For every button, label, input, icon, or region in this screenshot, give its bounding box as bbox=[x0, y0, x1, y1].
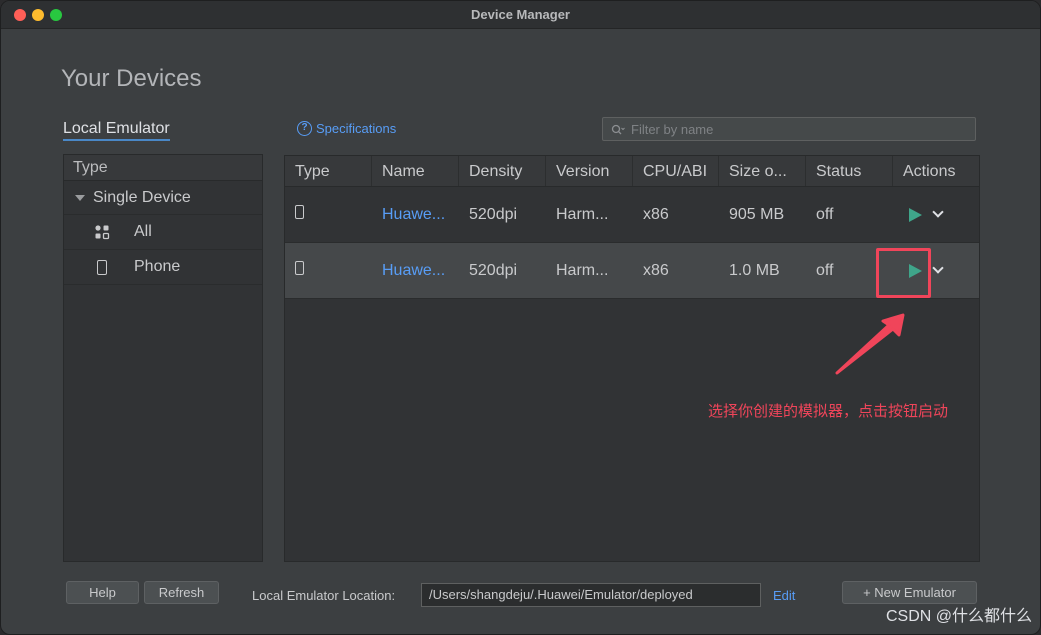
column-header: Actions bbox=[903, 163, 956, 180]
version-cell: Harm... bbox=[556, 205, 609, 223]
chevron-down-icon[interactable] bbox=[932, 206, 944, 218]
refresh-button[interactable]: Refresh bbox=[144, 581, 219, 604]
type-item-label: Phone bbox=[134, 258, 181, 275]
filter-input[interactable] bbox=[631, 121, 951, 137]
triangle-down-icon bbox=[75, 194, 85, 201]
status-cell: off bbox=[816, 205, 834, 223]
device-name-link[interactable]: Huawe... bbox=[372, 262, 459, 280]
help-button[interactable]: Help bbox=[66, 581, 139, 604]
grid-icon bbox=[94, 224, 110, 240]
size-cell: 1.0 MB bbox=[729, 261, 780, 279]
search-icon bbox=[611, 123, 625, 135]
cpu-cell: x86 bbox=[643, 261, 669, 279]
device-manager-window: Device Manager Your Devices Local Emulat… bbox=[0, 0, 1041, 635]
question-icon: ? bbox=[297, 121, 312, 136]
column-header[interactable]: Size o... bbox=[719, 156, 806, 186]
phone-icon bbox=[285, 261, 372, 280]
type-item-all[interactable]: All bbox=[64, 215, 262, 250]
window-title: Device Manager bbox=[471, 7, 570, 22]
table-row[interactable]: Huawe... 520dpi Harm... x86 1.0 MB off bbox=[285, 243, 979, 299]
column-header[interactable]: Status bbox=[806, 156, 893, 186]
filter-box[interactable] bbox=[602, 117, 976, 141]
column-header[interactable]: Name bbox=[372, 156, 459, 186]
new-emulator-button[interactable]: + New Emulator bbox=[842, 581, 977, 604]
watermark: CSDN @什么都什么 bbox=[885, 608, 1032, 625]
phone-icon bbox=[94, 259, 110, 275]
location-label: Local Emulator Location: bbox=[252, 588, 396, 603]
annotation-highlight-box bbox=[876, 248, 931, 298]
phone-icon bbox=[285, 205, 372, 224]
column-header[interactable]: CPU/ABI bbox=[633, 156, 719, 186]
page-title: Your Devices bbox=[61, 65, 202, 92]
column-header[interactable]: Version bbox=[546, 156, 633, 186]
annotation-arrow-icon bbox=[835, 313, 905, 375]
annotation-text: 选择你创建的模拟器，点击按钮启动 bbox=[708, 403, 949, 420]
version-cell: Harm... bbox=[556, 261, 609, 279]
group-label: Single Device bbox=[93, 188, 191, 206]
type-item-label: All bbox=[134, 223, 152, 240]
column-header[interactable]: Type bbox=[285, 156, 372, 186]
specifications-link[interactable]: ? Specifications bbox=[297, 121, 396, 136]
column-header[interactable]: Density bbox=[459, 156, 546, 186]
table-row[interactable]: Huawe... 520dpi Harm... x86 905 MB off bbox=[285, 187, 979, 243]
play-icon[interactable] bbox=[909, 207, 922, 222]
density-cell: 520dpi bbox=[469, 261, 518, 279]
density-cell: 520dpi bbox=[469, 205, 518, 223]
chevron-down-icon[interactable] bbox=[932, 262, 944, 274]
single-device-group[interactable]: Single Device bbox=[64, 181, 262, 215]
size-cell: 905 MB bbox=[729, 205, 785, 223]
edit-location-link[interactable]: Edit bbox=[773, 588, 795, 603]
device-name-link[interactable]: Huawe... bbox=[372, 206, 459, 224]
device-type-panel: Type Single Device All Phone bbox=[63, 154, 263, 562]
title-bar: Device Manager bbox=[1, 1, 1040, 29]
specifications-label: Specifications bbox=[316, 121, 397, 136]
cpu-cell: x86 bbox=[643, 205, 669, 223]
actions-cell bbox=[893, 206, 979, 222]
type-panel-header: Type bbox=[64, 155, 262, 181]
tab-local-emulator[interactable]: Local Emulator bbox=[63, 120, 170, 141]
location-field[interactable]: /Users/shangdeju/.Huawei/Emulator/deploy… bbox=[421, 583, 761, 607]
type-item-phone[interactable]: Phone bbox=[64, 250, 262, 285]
table-header: Type Name Density Version CPU/ABI Size o… bbox=[285, 156, 979, 187]
